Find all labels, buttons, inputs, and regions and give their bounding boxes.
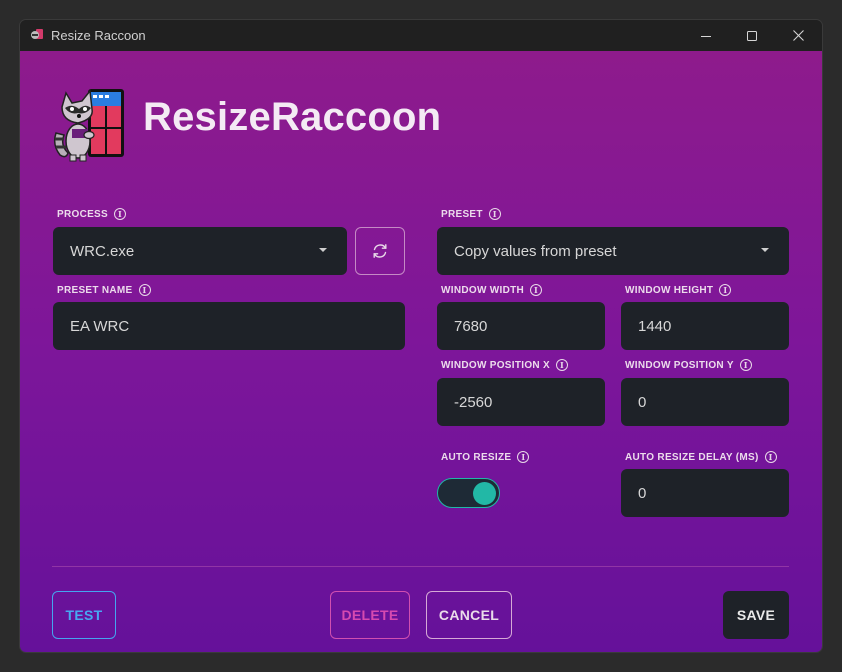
maximize-icon <box>747 30 757 41</box>
info-icon[interactable]: i <box>138 284 151 296</box>
preset-name-label: PRESET NAME i <box>57 284 151 296</box>
chevron-down-icon <box>319 248 327 252</box>
info-icon[interactable]: i <box>556 359 568 371</box>
info-icon[interactable]: i <box>764 451 777 463</box>
preset-name-label-text: PRESET NAME <box>57 284 133 296</box>
minimize-icon <box>701 35 711 37</box>
auto-resize-toggle[interactable] <box>437 478 500 508</box>
info-icon[interactable]: i <box>114 208 127 220</box>
process-label-text: PROCESS <box>57 208 109 220</box>
title-bar[interactable]: Resize Raccoon <box>20 20 822 51</box>
window-width-label: WINDOW WIDTH i <box>441 284 543 296</box>
chevron-down-icon <box>761 248 769 252</box>
window-width-label-text: WINDOW WIDTH <box>441 284 525 296</box>
process-select[interactable]: WRC.exe <box>53 227 347 275</box>
raccoon-app-icon <box>31 29 43 39</box>
window-position-y-label-text: WINDOW POSITION Y <box>625 359 734 371</box>
refresh-icon <box>373 244 387 258</box>
window-width-value: 7680 <box>454 317 488 335</box>
window-height-label-text: WINDOW HEIGHT <box>625 284 714 296</box>
cancel-button[interactable]: CANCEL <box>426 591 512 639</box>
window-title: Resize Raccoon <box>51 28 146 43</box>
auto-resize-label-text: AUTO RESIZE <box>441 451 512 463</box>
preset-select[interactable]: Copy values from preset <box>437 227 789 275</box>
app-window: Resize Raccoon ResizeRaccoon PROCESS I W… <box>20 20 822 652</box>
info-icon[interactable]: i <box>517 451 530 463</box>
window-position-y-label: WINDOW POSITION Y i <box>625 359 752 371</box>
auto-resize-delay-label: AUTO RESIZE DELAY (MS) i <box>625 451 777 463</box>
preset-label: PRESET i <box>441 208 501 220</box>
brand-title: ResizeRaccoon <box>143 95 442 139</box>
window-position-x-label-text: WINDOW POSITION X <box>441 359 550 371</box>
maximize-button[interactable] <box>729 20 775 51</box>
process-value: WRC.exe <box>70 242 135 260</box>
divider <box>52 566 789 567</box>
window-position-y-value: 0 <box>638 393 647 411</box>
window-width-input[interactable]: 7680 <box>437 302 605 350</box>
window-height-input[interactable]: 1440 <box>621 302 789 350</box>
main-content: ResizeRaccoon PROCESS i WRC.exe PRESET i… <box>20 51 822 652</box>
minimize-button[interactable] <box>683 20 729 51</box>
preset-name-input[interactable]: EA WRC <box>53 302 405 350</box>
preset-name-value: EA WRC <box>70 317 130 335</box>
auto-resize-label: AUTO RESIZE i <box>441 451 530 463</box>
close-icon <box>792 30 804 41</box>
info-icon[interactable]: i <box>530 284 543 296</box>
window-position-x-value: -2560 <box>454 393 493 411</box>
refresh-processes-button[interactable] <box>355 227 405 275</box>
delete-button[interactable]: DELETE <box>330 591 410 639</box>
window-position-x-input[interactable]: -2560 <box>437 378 605 426</box>
toggle-knob <box>473 481 496 505</box>
window-position-x-label: WINDOW POSITION X i <box>441 359 568 371</box>
auto-resize-delay-value: 0 <box>638 484 647 502</box>
window-position-y-input[interactable]: 0 <box>621 378 789 426</box>
info-icon[interactable]: i <box>739 359 752 371</box>
save-button[interactable]: SAVE <box>723 591 789 639</box>
preset-label-text: PRESET <box>441 208 483 220</box>
window-height-label: WINDOW HEIGHT i <box>625 284 732 296</box>
auto-resize-delay-input[interactable]: 0 <box>621 469 789 517</box>
window-height-value: 1440 <box>638 317 672 335</box>
info-icon[interactable]: i <box>488 208 501 220</box>
auto-resize-delay-label-text: AUTO RESIZE DELAY (MS) <box>625 451 759 463</box>
test-button[interactable]: TEST <box>52 591 116 639</box>
preset-value: Copy values from preset <box>454 242 617 260</box>
raccoon-logo <box>53 89 124 162</box>
info-icon[interactable]: i <box>719 284 732 296</box>
close-button[interactable] <box>775 20 821 51</box>
process-label: PROCESS i <box>57 208 127 220</box>
